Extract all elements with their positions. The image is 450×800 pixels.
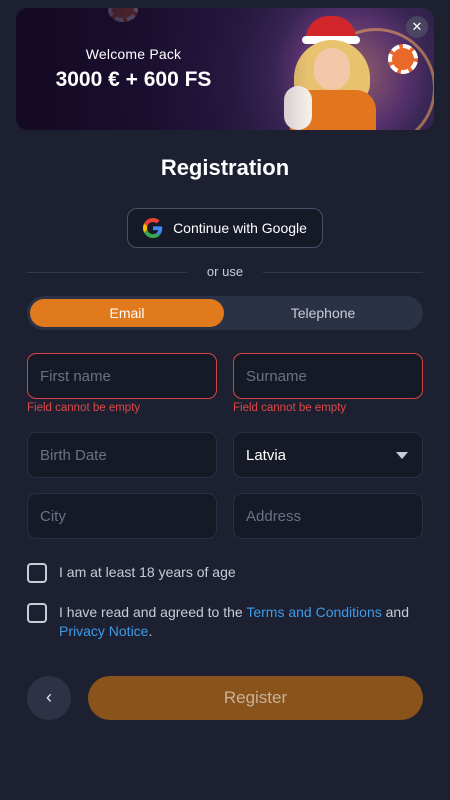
country-value: Latvia (246, 446, 287, 464)
banner-subtitle: Welcome Pack (85, 46, 182, 62)
terms-text: . (148, 623, 153, 639)
address-placeholder: Address (246, 507, 302, 525)
surname-placeholder: Surname (246, 367, 307, 385)
register-button[interactable]: Register (88, 676, 423, 720)
terms-and-conditions-link[interactable]: Terms and Conditions (246, 604, 381, 620)
tab-email[interactable]: Email (30, 299, 224, 327)
close-icon: ✕ (411, 19, 423, 34)
divider-text: or use (206, 264, 244, 279)
city-placeholder: City (40, 507, 66, 525)
google-button-label: Continue with Google (173, 220, 307, 236)
back-button[interactable]: ‹ (27, 676, 71, 720)
birth-date-input[interactable]: Birth Date (27, 432, 217, 478)
first-name-error: Field cannot be empty (27, 402, 141, 414)
google-icon (143, 218, 163, 238)
page-title: Registration (160, 155, 290, 180)
terms-text: and (381, 604, 409, 620)
continue-with-google-button[interactable]: Continue with Google (127, 208, 323, 248)
age-checkbox-label: I am at least 18 years of age (59, 564, 236, 580)
terms-checkbox-label: I have read and agreed to the Terms and … (59, 603, 419, 641)
surname-error: Field cannot be empty (233, 402, 347, 414)
chevron-left-icon: ‹ (46, 687, 52, 707)
close-button[interactable]: ✕ (406, 16, 428, 38)
age-checkbox[interactable] (27, 563, 47, 583)
city-input[interactable]: City (27, 493, 217, 539)
terms-checkbox[interactable] (27, 603, 47, 623)
chevron-down-icon (396, 452, 408, 459)
registration-method-tabs: Email Telephone (27, 296, 423, 330)
first-name-input[interactable]: First name (27, 353, 217, 399)
country-select[interactable]: Latvia (233, 432, 423, 478)
address-input[interactable]: Address (233, 493, 423, 539)
banner-title: 3000 € + 600 FS (55, 68, 212, 91)
tab-telephone[interactable]: Telephone (226, 299, 420, 327)
terms-text: I have read and agreed to the (59, 604, 247, 620)
or-divider: or use (27, 264, 423, 280)
welcome-banner[interactable]: Welcome Pack 3000 € + 600 FS ✕ (16, 8, 434, 130)
surname-input[interactable]: Surname (233, 353, 423, 399)
birth-date-placeholder: Birth Date (40, 446, 107, 464)
privacy-notice-link[interactable]: Privacy Notice (59, 623, 148, 639)
first-name-placeholder: First name (40, 367, 111, 385)
